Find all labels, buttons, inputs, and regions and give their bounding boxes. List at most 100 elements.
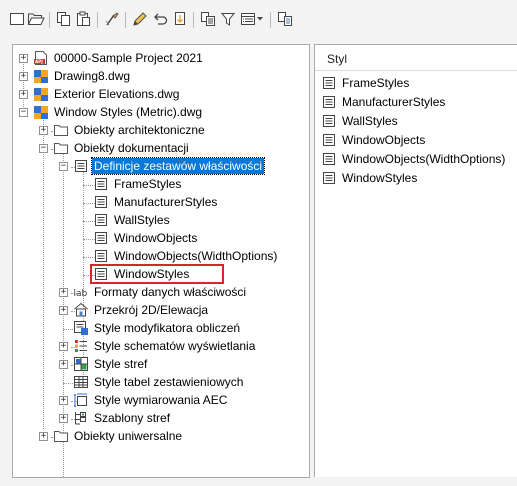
view-dropdown-icon[interactable]: [255, 10, 265, 28]
undo-icon[interactable]: [151, 10, 169, 28]
expand-icon[interactable]: +: [19, 54, 28, 63]
toolbar-separator: [49, 12, 50, 28]
style-tree: + APJ 00000-Sample Project 2021 + Drawing8.d…: [13, 45, 309, 477]
expand-icon[interactable]: +: [39, 126, 48, 135]
drawing-icon: [33, 86, 49, 102]
copy-icon[interactable]: [55, 10, 73, 28]
tree-item-label: Window Styles (Metric).dwg: [54, 105, 203, 119]
tree-item-label: FrameStyles: [114, 177, 182, 191]
list-item-label: WindowObjects(WidthOptions): [342, 151, 506, 166]
toolbar-separator: [270, 12, 271, 28]
tree-item[interactable]: Szablony stref: [73, 409, 172, 427]
toolbar-separator: [125, 12, 126, 28]
tree-item[interactable]: Obiekty dokumentacji: [53, 139, 191, 157]
toolbar-separator: [97, 12, 98, 28]
tree-item-label: Obiekty architektoniczne: [74, 123, 205, 137]
property-set-icon: [321, 94, 337, 110]
paste-icon[interactable]: [75, 10, 93, 28]
sync-icon[interactable]: [276, 10, 294, 28]
expand-icon[interactable]: +: [59, 396, 68, 405]
copy-styles-icon[interactable]: [199, 10, 217, 28]
tree-item[interactable]: WindowObjects: [93, 229, 199, 247]
tree-item[interactable]: Style modyfikatora obliczeń: [73, 319, 242, 337]
list-item[interactable]: ManufacturerStyles: [321, 92, 447, 111]
property-set-icon: [321, 170, 337, 186]
tree-item-label: Obiekty dokumentacji: [74, 141, 189, 155]
data-format-icon: lab: [73, 284, 89, 300]
list-item[interactable]: FrameStyles: [321, 73, 411, 92]
tree-item[interactable]: lab Formaty danych właściwości: [73, 283, 248, 301]
list-item-label: WindowStyles: [342, 170, 418, 185]
column-header-label: Styl: [327, 52, 348, 66]
svg-text:lab: lab: [74, 289, 88, 299]
purge-icon[interactable]: [103, 10, 121, 28]
list-item[interactable]: WindowObjects: [321, 130, 427, 149]
style-list-pane[interactable]: Styl FrameStyles ManufacturerStyles WallSt…: [314, 44, 517, 477]
tree-item-label: Style wymiarowania AEC: [94, 393, 228, 407]
list-item[interactable]: WallStyles: [321, 111, 400, 130]
import-icon[interactable]: [171, 10, 189, 28]
tree-item[interactable]: Style schematów wyświetlania: [73, 337, 257, 355]
expand-icon[interactable]: +: [59, 342, 68, 351]
tree-item[interactable]: Drawing8.dwg: [33, 67, 132, 85]
tree-item[interactable]: Definicje zestawów właściwości: [73, 157, 266, 175]
collapse-icon[interactable]: −: [39, 144, 48, 153]
tree-item-label: WallStyles: [114, 213, 170, 227]
tree-item[interactable]: WindowObjects(WidthOptions): [93, 247, 279, 265]
tree-item[interactable]: Style stref: [73, 355, 149, 373]
list-item[interactable]: WindowStyles: [321, 168, 419, 187]
edit-icon[interactable]: [131, 10, 149, 28]
drawing-icon: [33, 104, 49, 120]
drawing-icon: [33, 68, 49, 84]
tree-item[interactable]: Exterior Elevations.dwg: [33, 85, 181, 103]
tree-item[interactable]: APJ 00000-Sample Project 2021: [33, 49, 205, 67]
expand-icon[interactable]: +: [59, 306, 68, 315]
open-icon[interactable]: [27, 10, 45, 28]
property-set-icon: [321, 151, 337, 167]
expand-icon[interactable]: +: [19, 72, 28, 81]
zone-style-icon: [73, 356, 89, 372]
project-icon: APJ: [33, 50, 49, 66]
expand-icon[interactable]: +: [59, 360, 68, 369]
new-icon[interactable]: [8, 10, 26, 28]
tree-item-label: Obiekty uniwersalne: [74, 429, 183, 443]
list-item-label: WallStyles: [342, 113, 398, 128]
tree-item[interactable]: Style wymiarowania AEC: [73, 391, 229, 409]
tree-item-label: WindowObjects: [114, 231, 198, 245]
list-item[interactable]: WindowObjects(WidthOptions): [321, 149, 507, 168]
tree-item-label: Style stref: [94, 357, 148, 371]
style-tree-pane[interactable]: + APJ 00000-Sample Project 2021 + Drawing8.d…: [12, 44, 310, 478]
tree-connector-line: [43, 113, 44, 429]
collapse-icon[interactable]: −: [19, 108, 28, 117]
tree-item[interactable]: ManufacturerStyles: [93, 193, 219, 211]
property-set-icon: [73, 158, 89, 174]
list-column-header[interactable]: Styl: [315, 45, 517, 71]
list-item-label: FrameStyles: [342, 75, 410, 90]
tree-item-label: Szablony stref: [94, 411, 171, 425]
list-item-label: ManufacturerStyles: [342, 94, 446, 109]
property-set-icon: [321, 113, 337, 129]
expand-icon[interactable]: +: [19, 90, 28, 99]
tree-item-label: ManufacturerStyles: [114, 195, 218, 209]
tree-item-label: Drawing8.dwg: [54, 69, 131, 83]
tree-item-label: 00000-Sample Project 2021: [54, 51, 203, 65]
filter-icon[interactable]: [219, 10, 237, 28]
expand-icon[interactable]: +: [59, 414, 68, 423]
tree-connector-line: [23, 55, 24, 115]
expand-icon[interactable]: +: [39, 432, 48, 441]
tree-item-label: Style modyfikatora obliczeń: [94, 321, 241, 335]
folder-icon: [53, 122, 69, 138]
property-set-icon: [93, 248, 109, 264]
property-set-icon: [93, 230, 109, 246]
collapse-icon[interactable]: −: [59, 162, 68, 171]
property-set-icon: [321, 132, 337, 148]
tree-item[interactable]: Przekrój 2D/Elewacja: [73, 301, 210, 319]
tree-item[interactable]: Window Styles (Metric).dwg: [33, 103, 204, 121]
tree-item[interactable]: Obiekty uniwersalne: [53, 427, 184, 445]
tree-item[interactable]: Style tabel zestawieniowych: [73, 373, 245, 391]
tree-item[interactable]: WallStyles: [93, 211, 172, 229]
expand-icon[interactable]: +: [59, 288, 68, 297]
zone-template-icon: [73, 410, 89, 426]
tree-item[interactable]: Obiekty architektoniczne: [53, 121, 207, 139]
tree-item[interactable]: FrameStyles: [93, 175, 183, 193]
